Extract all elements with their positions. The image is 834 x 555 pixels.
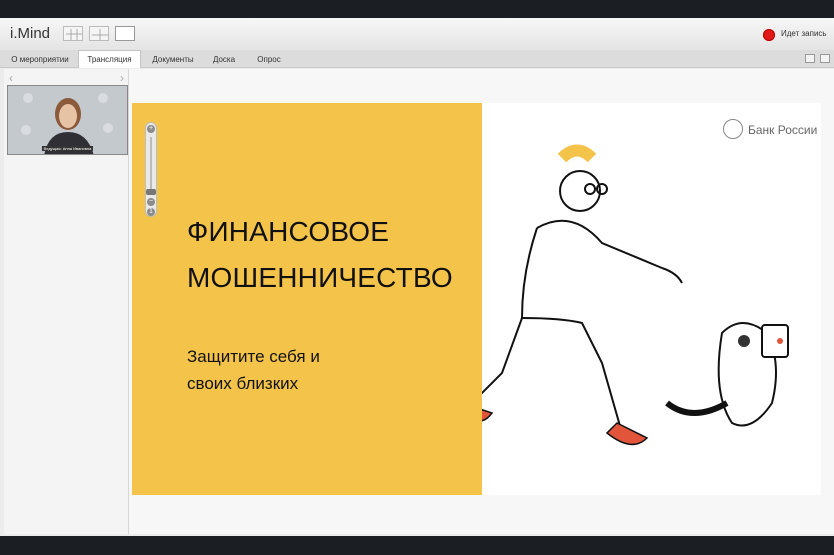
zoom-reset-icon[interactable]: 1 [147, 208, 155, 216]
app-brand: i.Mind [10, 25, 51, 42]
zoom-track[interactable] [150, 137, 152, 193]
title-bar: i.Mind Идет запись [0, 18, 834, 50]
record-status: Идет запись [781, 29, 827, 38]
tab-documents[interactable]: Документы [145, 53, 201, 67]
participants-panel: ‹ › Ведущая: Анна Ивановна [4, 69, 129, 534]
slide-subtitle: Защитите себя и своих близких [187, 347, 320, 393]
slide-title: ФИНАНСОВОЕ МОШЕННИЧЕСТВО [187, 216, 453, 293]
layout-grid-button[interactable] [63, 26, 83, 41]
speaker-video[interactable]: Ведущая: Анна Ивановна [7, 85, 128, 155]
zoom-handle[interactable] [146, 189, 156, 195]
record-indicator-icon [763, 29, 775, 41]
grid-layout-icon [66, 29, 82, 40]
split-layout-icon [92, 29, 108, 40]
presentation-slide: ФИНАНСОВОЕ МОШЕННИЧЕСТВО Защитите себя и… [132, 103, 821, 495]
chevron-left-icon[interactable]: ‹ [9, 71, 13, 85]
fullscreen-icon[interactable] [820, 54, 830, 63]
restore-window-icon[interactable] [805, 54, 815, 63]
zoom-out-icon[interactable]: − [147, 198, 155, 206]
chevron-right-icon[interactable]: › [120, 71, 124, 85]
tab-poll[interactable]: Опрос [248, 53, 290, 67]
zoom-in-icon[interactable]: + [147, 125, 155, 133]
broadcast-area: ФИНАНСОВОЕ МОШЕННИЧЕСТВО Защитите себя и… [129, 69, 834, 534]
tab-bar: О мероприятии Трансляция Документы Доска… [0, 50, 834, 68]
app-window: i.Mind Идет запись О мероприятии Трансля… [0, 18, 834, 536]
fraud-illustration [482, 144, 789, 446]
layout-split-button[interactable] [89, 26, 109, 41]
tab-board[interactable]: Доска [204, 53, 244, 67]
speaker-image [8, 86, 127, 154]
tab-broadcast[interactable]: Трансляция [78, 50, 141, 68]
zoom-slider[interactable]: + − 1 [145, 122, 157, 217]
speaker-caption: Ведущая: Анна Ивановна [41, 146, 94, 151]
tab-about[interactable]: О мероприятии [4, 53, 76, 67]
layout-single-button[interactable] [115, 26, 135, 41]
bottom-bar [0, 537, 834, 555]
